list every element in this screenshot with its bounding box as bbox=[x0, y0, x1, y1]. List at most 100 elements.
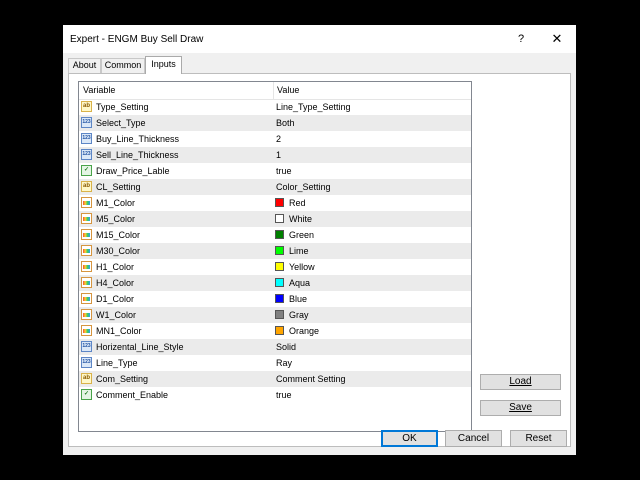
table-row[interactable]: MN1_Color Orange bbox=[79, 323, 471, 339]
table-row[interactable]: 123 Line_Type Ray bbox=[79, 355, 471, 371]
color-swatch bbox=[275, 326, 284, 335]
variable-column-header[interactable]: Variable bbox=[83, 85, 115, 95]
number-type-icon: 123 bbox=[81, 117, 92, 128]
tab-about[interactable]: About bbox=[68, 58, 101, 73]
number-type-icon: 123 bbox=[81, 133, 92, 144]
table-row[interactable]: M30_Color Lime bbox=[79, 243, 471, 259]
variable-value[interactable]: true bbox=[276, 166, 292, 176]
load-button[interactable]: Load bbox=[480, 374, 561, 390]
variable-value[interactable]: Line_Type_Setting bbox=[276, 102, 351, 112]
color-swatch bbox=[275, 294, 284, 303]
variable-name: M15_Color bbox=[96, 230, 141, 240]
variable-name: Horizental_Line_Style bbox=[96, 342, 184, 352]
table-row[interactable]: ab Type_Setting Line_Type_Setting bbox=[79, 99, 471, 115]
column-divider[interactable] bbox=[273, 82, 274, 99]
variable-value[interactable]: Aqua bbox=[289, 278, 310, 288]
color-swatch bbox=[275, 230, 284, 239]
variable-name: Buy_Line_Thickness bbox=[96, 134, 180, 144]
variable-name: W1_Color bbox=[96, 310, 137, 320]
color-swatch bbox=[275, 278, 284, 287]
grid-header: Variable Value bbox=[79, 82, 471, 100]
variable-value[interactable]: Orange bbox=[289, 326, 319, 336]
variable-name: Select_Type bbox=[96, 118, 146, 128]
table-row[interactable]: ab Com_Setting Comment Setting bbox=[79, 371, 471, 387]
ok-button[interactable]: OK bbox=[381, 430, 438, 447]
variable-name: CL_Setting bbox=[96, 182, 141, 192]
variable-value[interactable]: 2 bbox=[276, 134, 281, 144]
color-swatch bbox=[275, 214, 284, 223]
variable-value[interactable]: Yellow bbox=[289, 262, 315, 272]
variable-value[interactable]: White bbox=[289, 214, 312, 224]
variable-name: MN1_Color bbox=[96, 326, 142, 336]
variable-value[interactable]: Solid bbox=[276, 342, 296, 352]
table-row[interactable]: H1_Color Yellow bbox=[79, 259, 471, 275]
variable-value[interactable]: Blue bbox=[289, 294, 307, 304]
variable-name: H4_Color bbox=[96, 278, 135, 288]
color-type-icon bbox=[81, 325, 92, 336]
table-row[interactable]: M5_Color White bbox=[79, 211, 471, 227]
table-row[interactable]: 123 Buy_Line_Thickness 2 bbox=[79, 131, 471, 147]
value-column-header[interactable]: Value bbox=[277, 85, 299, 95]
variable-value[interactable]: Ray bbox=[276, 358, 292, 368]
table-row[interactable]: H4_Color Aqua bbox=[79, 275, 471, 291]
table-row[interactable]: 123 Sell_Line_Thickness 1 bbox=[79, 147, 471, 163]
help-icon[interactable]: ? bbox=[511, 31, 531, 47]
color-swatch bbox=[275, 262, 284, 271]
variable-value[interactable]: Lime bbox=[289, 246, 309, 256]
table-row[interactable]: 123 Select_Type Both bbox=[79, 115, 471, 131]
table-row[interactable]: ab CL_Setting Color_Setting bbox=[79, 179, 471, 195]
table-row[interactable]: M1_Color Red bbox=[79, 195, 471, 211]
variable-name: M30_Color bbox=[96, 246, 141, 256]
variable-name: Line_Type bbox=[96, 358, 138, 368]
variable-name: Sell_Line_Thickness bbox=[96, 150, 179, 160]
variable-value[interactable]: true bbox=[276, 390, 292, 400]
color-swatch bbox=[275, 246, 284, 255]
color-type-icon bbox=[81, 309, 92, 320]
variable-value[interactable]: Comment Setting bbox=[276, 374, 346, 384]
boolean-type-icon: ✓ bbox=[81, 165, 92, 176]
number-type-icon: 123 bbox=[81, 149, 92, 160]
color-type-icon bbox=[81, 245, 92, 256]
reset-button[interactable]: Reset bbox=[510, 430, 567, 447]
table-row[interactable]: D1_Color Blue bbox=[79, 291, 471, 307]
color-type-icon bbox=[81, 261, 92, 272]
variable-name: Draw_Price_Lable bbox=[96, 166, 170, 176]
number-type-icon: 123 bbox=[81, 357, 92, 368]
variable-value[interactable]: 1 bbox=[276, 150, 281, 160]
variable-value[interactable]: Color_Setting bbox=[276, 182, 331, 192]
boolean-type-icon: ✓ bbox=[81, 389, 92, 400]
text-type-icon: ab bbox=[81, 101, 92, 112]
cancel-button[interactable]: Cancel bbox=[445, 430, 502, 447]
color-swatch bbox=[275, 310, 284, 319]
variable-name: Comment_Enable bbox=[96, 390, 169, 400]
save-button[interactable]: Save bbox=[480, 400, 561, 416]
color-swatch bbox=[275, 198, 284, 207]
window-title: Expert - ENGM Buy Sell Draw bbox=[70, 34, 204, 45]
tab-common[interactable]: Common bbox=[101, 58, 145, 73]
table-row[interactable]: ✓ Draw_Price_Lable true bbox=[79, 163, 471, 179]
variable-name: H1_Color bbox=[96, 262, 135, 272]
inputs-grid[interactable]: Variable Value ab Type_Setting Line_Type_S… bbox=[78, 81, 472, 432]
variable-value[interactable]: Green bbox=[289, 230, 314, 240]
table-row[interactable]: 123 Horizental_Line_Style Solid bbox=[79, 339, 471, 355]
variable-name: M1_Color bbox=[96, 198, 136, 208]
table-row[interactable]: M15_Color Green bbox=[79, 227, 471, 243]
number-type-icon: 123 bbox=[81, 341, 92, 352]
variable-value[interactable]: Both bbox=[276, 118, 295, 128]
variable-value[interactable]: Red bbox=[289, 198, 306, 208]
title-bar[interactable]: Expert - ENGM Buy Sell Draw ? ✕ bbox=[63, 25, 576, 53]
color-type-icon bbox=[81, 197, 92, 208]
table-row[interactable]: W1_Color Gray bbox=[79, 307, 471, 323]
close-icon[interactable]: ✕ bbox=[547, 31, 567, 47]
load-button-label: Load bbox=[509, 376, 532, 387]
text-type-icon: ab bbox=[81, 181, 92, 192]
text-type-icon: ab bbox=[81, 373, 92, 384]
variable-name: Type_Setting bbox=[96, 102, 149, 112]
tab-inputs[interactable]: Inputs bbox=[145, 56, 182, 74]
color-type-icon bbox=[81, 277, 92, 288]
table-row[interactable]: ✓ Comment_Enable true bbox=[79, 387, 471, 403]
expert-properties-dialog: Expert - ENGM Buy Sell Draw ? ✕ About Co… bbox=[63, 25, 576, 455]
variable-name: M5_Color bbox=[96, 214, 136, 224]
variable-value[interactable]: Gray bbox=[289, 310, 309, 320]
save-button-label: Save bbox=[509, 402, 532, 413]
